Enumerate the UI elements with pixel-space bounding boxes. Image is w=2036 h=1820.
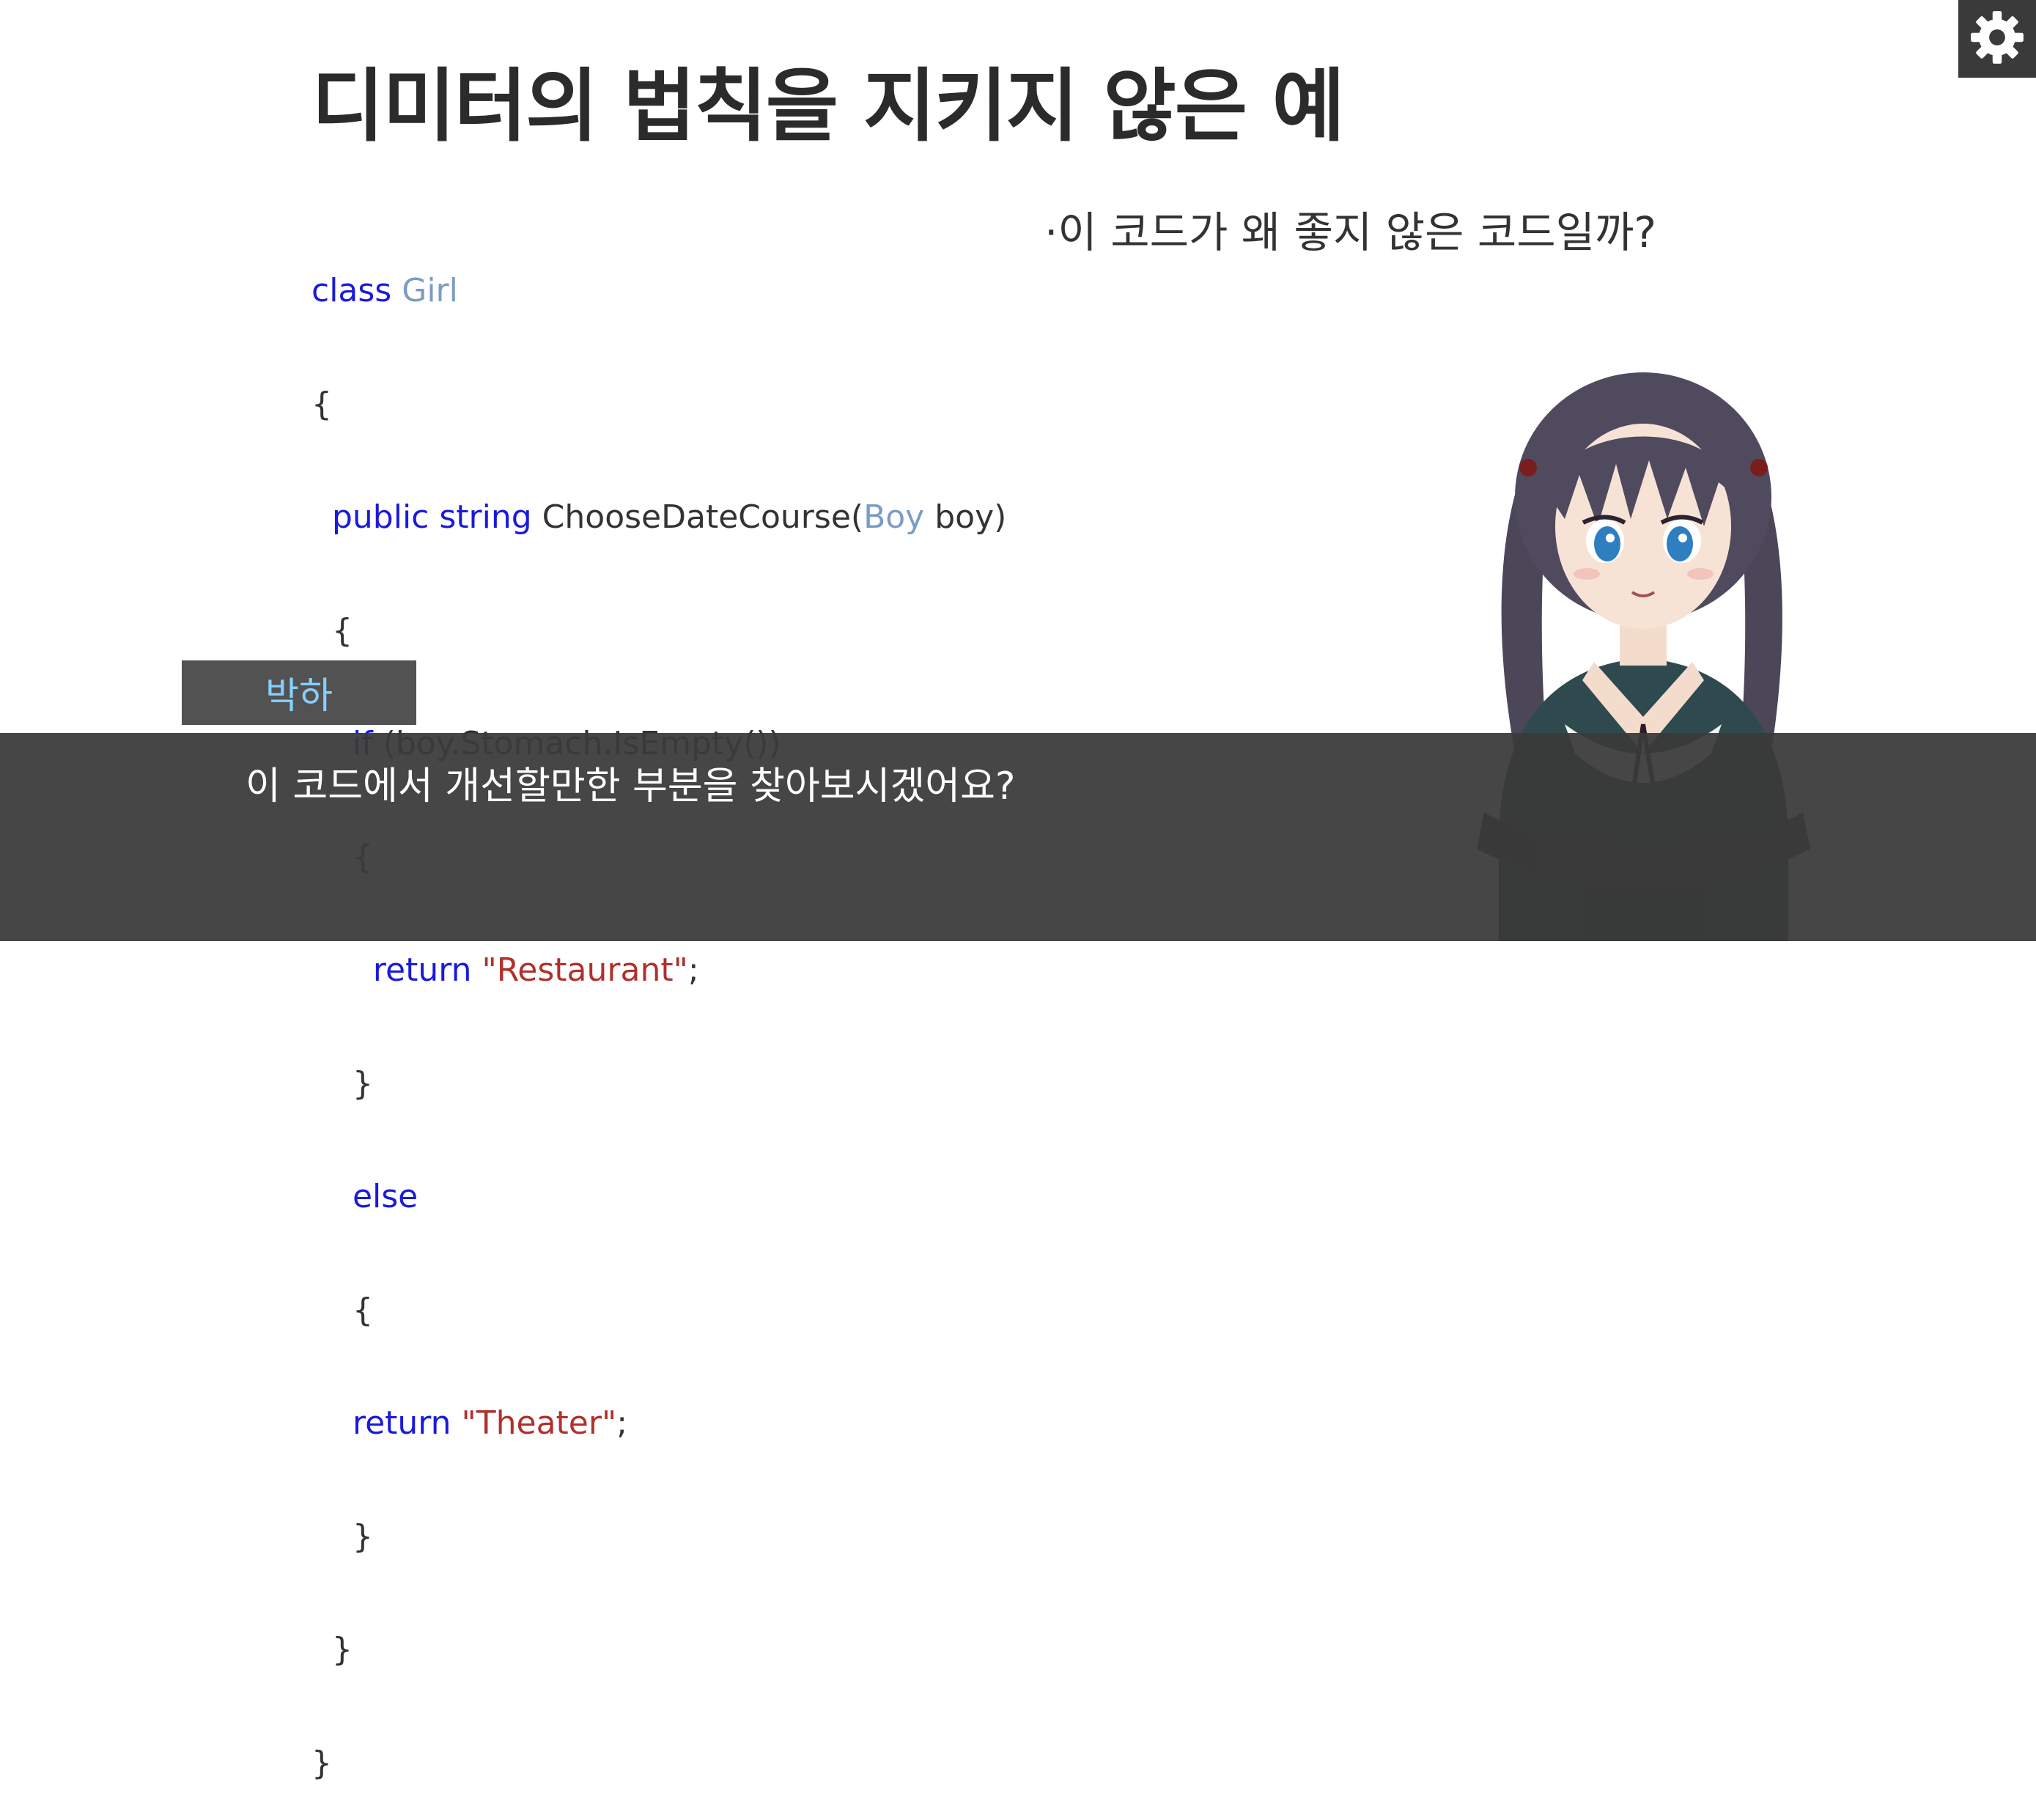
code-brace: {: [352, 1291, 373, 1329]
code-brace: {: [311, 385, 332, 423]
code-line: }: [311, 1518, 1006, 1556]
speaker-name: 박하: [265, 674, 333, 717]
code-block: class Girl { public string ChooseDateCou…: [311, 196, 1006, 1820]
code-keyword: class: [311, 272, 392, 309]
code-keyword: return: [352, 1404, 451, 1442]
code-line: return "Theater";: [311, 1404, 1006, 1443]
code-line: {: [311, 1292, 1006, 1330]
code-line: class Girl: [311, 272, 1006, 310]
slide-title: 디미터의 법칙을 지키지 않은 예: [311, 61, 1345, 152]
dialog-box[interactable]: 이 코드에서 개선할만한 부분을 찾아보시겠어요?: [0, 733, 2036, 941]
code-line: else: [311, 1178, 1006, 1216]
slide-bullet: ·이 코드가 왜 좋지 않은 코드일까?: [1044, 207, 1657, 257]
code-brace: {: [331, 611, 353, 649]
code-line: }: [311, 1065, 1006, 1103]
code-line: {: [311, 386, 1006, 424]
code-brace: }: [352, 1064, 373, 1102]
code-method: ChooseDateCourse(: [542, 498, 864, 536]
code-line: }: [311, 1631, 1006, 1669]
code-keyword: public string: [331, 498, 532, 536]
speaker-nameplate: 박하: [182, 660, 416, 725]
code-text: ;: [687, 951, 699, 989]
code-type: Girl: [402, 272, 458, 309]
code-string: "Theater": [461, 1404, 617, 1442]
code-brace: }: [352, 1517, 373, 1555]
code-text: ;: [616, 1404, 628, 1442]
code-keyword: else: [352, 1178, 418, 1215]
code-keyword: return: [372, 951, 472, 989]
code-text: boy): [934, 498, 1007, 536]
code-brace: }: [311, 1744, 332, 1782]
code-line: return "Restaurant";: [311, 951, 1006, 990]
settings-button[interactable]: [1958, 0, 2036, 78]
gear-icon: [1969, 9, 2026, 69]
code-line: {: [311, 612, 1006, 650]
code-brace: }: [331, 1631, 353, 1668]
dialog-text: 이 코드에서 개선할만한 부분을 찾아보시겠어요?: [246, 765, 1016, 808]
code-line: public string ChooseDateCourse(Boy boy): [311, 498, 1006, 537]
code-type: Boy: [863, 498, 925, 536]
code-line: }: [311, 1745, 1006, 1783]
code-string: "Restaurant": [482, 951, 688, 989]
